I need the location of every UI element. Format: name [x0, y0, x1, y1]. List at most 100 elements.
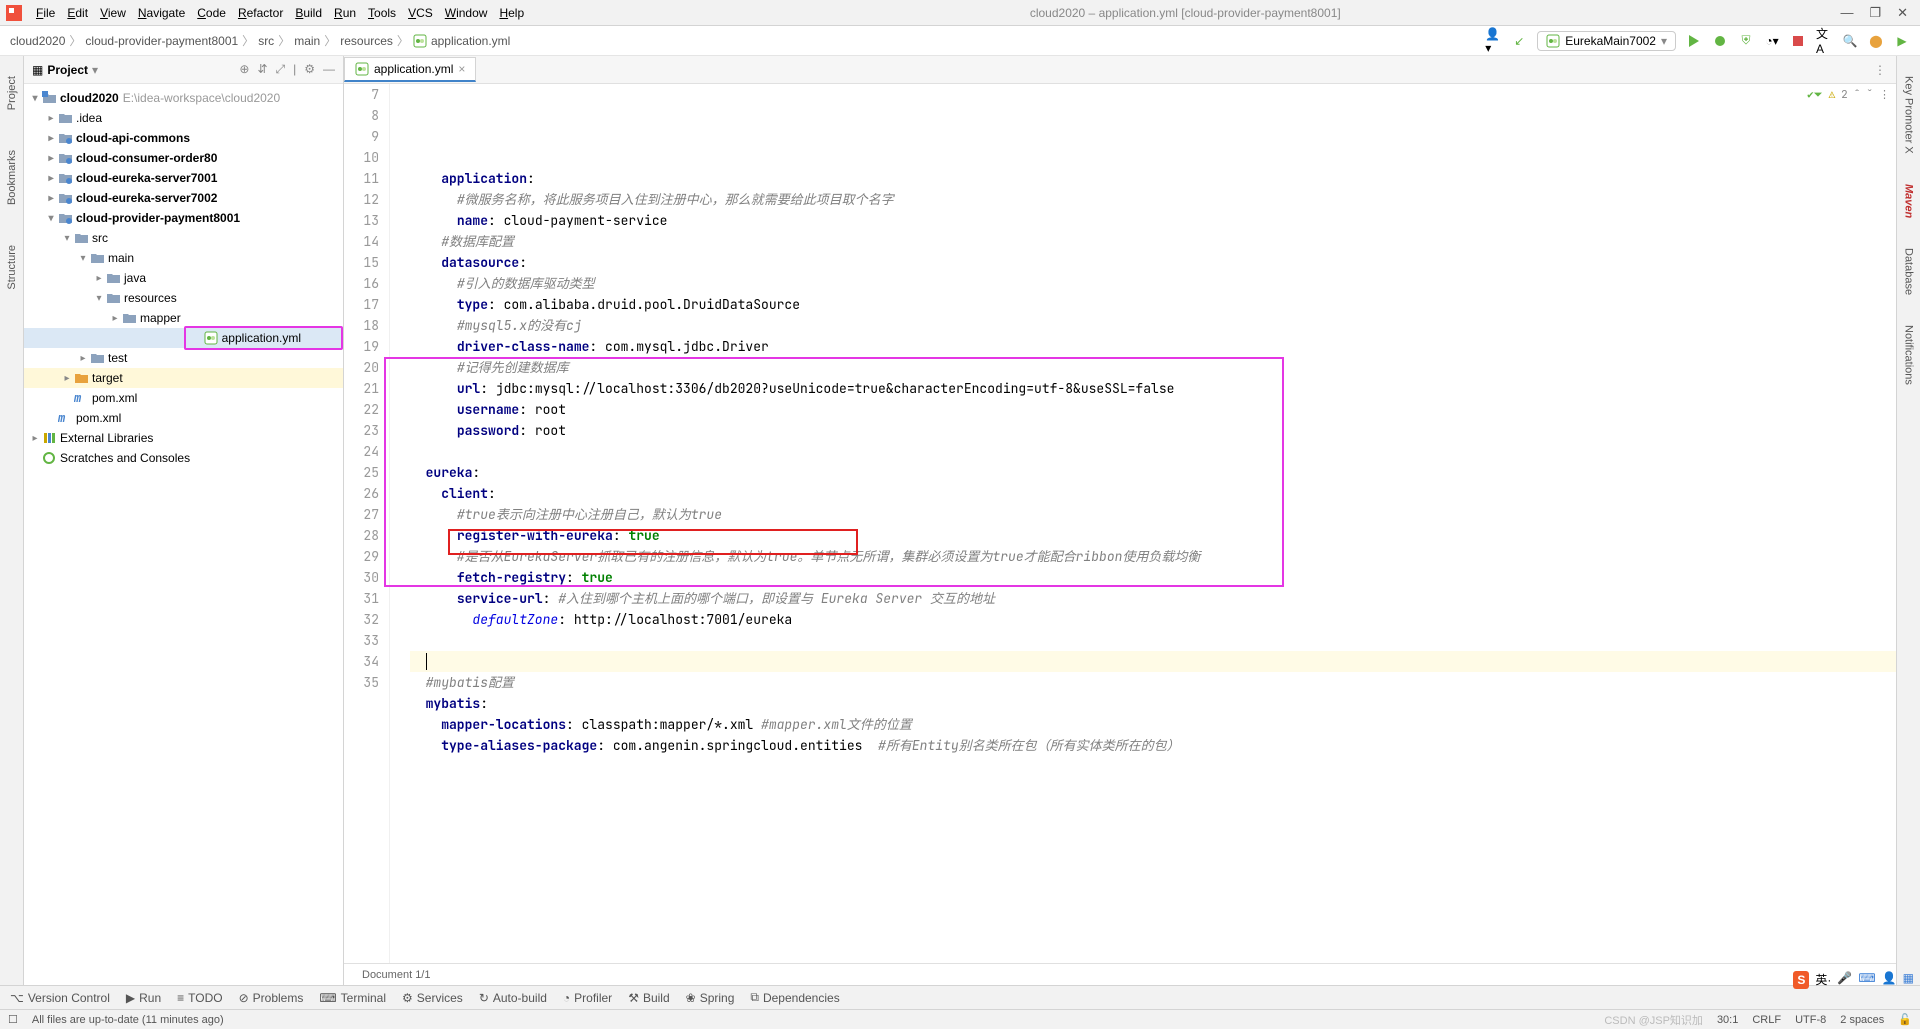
tree-item-scratches-and-consoles[interactable]: Scratches and Consoles [24, 448, 343, 468]
grid-icon[interactable]: ▦ [1903, 971, 1914, 989]
collapse-all-icon[interactable]: ⤢ [276, 62, 286, 77]
code-line-22[interactable]: client: [410, 483, 1896, 504]
readonly-lock-icon[interactable]: 🔓 [1898, 1013, 1912, 1026]
code-line-11[interactable]: datasource: [410, 252, 1896, 273]
code-content[interactable]: application: #微服务名称，将此服务项目入住到注册中心，那么就需要给… [404, 84, 1896, 963]
code-line-34[interactable]: type-aliases-package: com.angenin.spring… [410, 735, 1896, 756]
sidebar-tab-project[interactable]: Project [6, 76, 18, 110]
keyboard-icon[interactable]: ⌨ [1858, 971, 1875, 989]
breadcrumb-item[interactable]: main [294, 34, 320, 48]
expand-arrow[interactable]: ▸ [44, 173, 58, 184]
tree-item-resources[interactable]: ▾resources [24, 288, 343, 308]
inspection-widget[interactable]: ✔⏷ ⚠2 ˆˇ⋮ [1807, 88, 1890, 102]
back-arrow-icon[interactable]: ↙ [1511, 33, 1527, 49]
menu-build[interactable]: Build [289, 4, 328, 22]
sidebar-tab-keypromoter[interactable]: Key Promoter X [1903, 76, 1915, 154]
file-encoding[interactable]: UTF-8 [1795, 1014, 1826, 1026]
stop-icon[interactable] [1790, 33, 1806, 49]
code-line-31[interactable]: #mybatis配置 [410, 672, 1896, 693]
tool-window-version-control[interactable]: ⌥Version Control [10, 991, 110, 1005]
hide-icon[interactable]: — [323, 62, 335, 77]
tree-item-application-yml[interactable]: application.yml [24, 328, 343, 348]
code-line-26[interactable]: fetch-registry: true [410, 567, 1896, 588]
breadcrumb-item[interactable]: cloud2020 [10, 34, 65, 48]
minimize-button[interactable]: — [1840, 5, 1853, 21]
code-line-35[interactable] [410, 756, 1896, 777]
tool-window-terminal[interactable]: ⌨Terminal [319, 991, 386, 1005]
maximize-button[interactable]: ❐ [1869, 5, 1881, 21]
expand-arrow[interactable]: ▸ [76, 353, 90, 364]
run-config-selector[interactable]: EurekaMain7002 ▾ [1537, 31, 1676, 51]
code-line-24[interactable]: register-with-eureka: true [410, 525, 1896, 546]
tree-item-test[interactable]: ▸test [24, 348, 343, 368]
code-line-32[interactable]: mybatis: [410, 693, 1896, 714]
tree-item-cloud-eureka-server7001[interactable]: ▸cloud-eureka-server7001 [24, 168, 343, 188]
code-line-14[interactable]: #mysql5.x的没有cj [410, 315, 1896, 336]
code-line-15[interactable]: driver-class-name: com.mysql.jdbc.Driver [410, 336, 1896, 357]
code-line-10[interactable]: #数据库配置 [410, 231, 1896, 252]
tool-window-problems[interactable]: ⊘Problems [239, 991, 304, 1005]
tree-item-cloud-provider-payment8001[interactable]: ▾cloud-provider-payment8001 [24, 208, 343, 228]
translate-icon[interactable]: 文A [1816, 33, 1832, 49]
expand-arrow[interactable]: ▸ [44, 193, 58, 204]
breadcrumb-item[interactable]: application.yml [431, 34, 510, 48]
coverage-icon[interactable]: ⛨ [1738, 33, 1754, 49]
tool-window-todo[interactable]: ≡TODO [177, 991, 222, 1005]
tree-item-cloud2020[interactable]: ▾cloud2020 E:\idea-workspace\cloud2020 [24, 88, 343, 108]
menu-run[interactable]: Run [328, 4, 362, 22]
users-icon[interactable]: 👤▾ [1485, 33, 1501, 49]
sidebar-tab-maven[interactable]: Maven [1903, 184, 1915, 218]
select-opened-file-icon[interactable]: ⊕ [239, 62, 249, 77]
run-icon[interactable] [1686, 33, 1702, 49]
tool-window-build[interactable]: ⚒Build [628, 991, 669, 1005]
gear-icon[interactable]: ⚙ [304, 62, 315, 77]
menu-edit[interactable]: Edit [61, 4, 94, 22]
tree-item-pom-xml[interactable]: pom.xml [24, 388, 343, 408]
menu-view[interactable]: View [94, 4, 132, 22]
tree-item-src[interactable]: ▾src [24, 228, 343, 248]
expand-arrow[interactable]: ▾ [92, 293, 106, 304]
expand-arrow[interactable]: ▸ [28, 433, 42, 444]
expand-arrow[interactable]: ▸ [108, 313, 122, 324]
expand-arrow[interactable]: ▸ [44, 113, 58, 124]
expand-arrow[interactable]: ▾ [76, 253, 90, 264]
code-line-28[interactable]: defaultZone: http://localhost:7001/eurek… [410, 609, 1896, 630]
menu-code[interactable]: Code [191, 4, 232, 22]
expand-arrow[interactable]: ▸ [44, 153, 58, 164]
code-line-17[interactable]: url: jdbc:mysql://localhost:3306/db2020?… [410, 378, 1896, 399]
tree-item-main[interactable]: ▾main [24, 248, 343, 268]
tree-item-mapper[interactable]: ▸mapper [24, 308, 343, 328]
tree-item-cloud-consumer-order80[interactable]: ▸cloud-consumer-order80 [24, 148, 343, 168]
sidebar-tab-structure[interactable]: Structure [6, 245, 18, 290]
project-tree[interactable]: ▾cloud2020 E:\idea-workspace\cloud2020▸.… [24, 84, 343, 985]
tree-item-pom-xml[interactable]: pom.xml [24, 408, 343, 428]
sidebar-tab-bookmarks[interactable]: Bookmarks [6, 150, 18, 205]
breadcrumb-item[interactable]: resources [340, 34, 393, 48]
tree-item--idea[interactable]: ▸.idea [24, 108, 343, 128]
mic-icon[interactable]: 🎤 [1837, 971, 1852, 989]
ime-icon[interactable]: S [1793, 971, 1809, 989]
code-line-20[interactable] [410, 441, 1896, 462]
debug-icon[interactable] [1712, 33, 1728, 49]
expand-arrow[interactable]: ▾ [28, 93, 42, 104]
code-line-7[interactable]: application: [410, 168, 1896, 189]
tool-window-auto-build[interactable]: ↻Auto-build [479, 991, 547, 1005]
tree-item-cloud-api-commons[interactable]: ▸cloud-api-commons [24, 128, 343, 148]
indent-info[interactable]: 2 spaces [1840, 1014, 1884, 1026]
tool-window-run[interactable]: ▶Run [126, 991, 161, 1005]
expand-all-icon[interactable]: ⇵ [257, 62, 267, 77]
menu-window[interactable]: Window [439, 4, 494, 22]
editor-tab-application-yml[interactable]: application.yml × [344, 57, 476, 82]
code-line-12[interactable]: #引入的数据库驱动类型 [410, 273, 1896, 294]
search-icon[interactable]: 🔍 [1842, 33, 1858, 49]
code-line-30[interactable] [410, 651, 1896, 672]
code-line-9[interactable]: name: cloud-payment-service [410, 210, 1896, 231]
code-editor[interactable]: ✔⏷ ⚠2 ˆˇ⋮ 789101112131415161718192021222… [344, 84, 1896, 963]
code-line-19[interactable]: password: root [410, 420, 1896, 441]
close-tab-icon[interactable]: × [458, 62, 465, 76]
menu-refactor[interactable]: Refactor [232, 4, 289, 22]
idea-icon[interactable]: ⬤ [1868, 33, 1884, 49]
code-line-18[interactable]: username: root [410, 399, 1896, 420]
expand-arrow[interactable]: ▾ [44, 213, 58, 224]
code-line-16[interactable]: #记得先创建数据库 [410, 357, 1896, 378]
